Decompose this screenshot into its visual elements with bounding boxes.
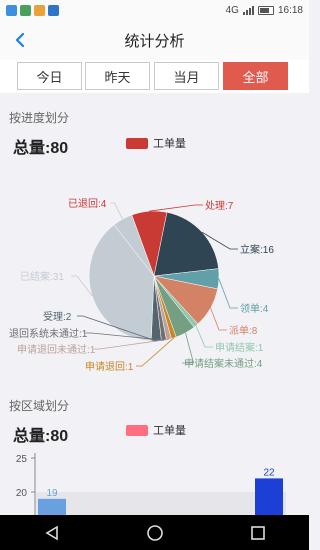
pie-label: 申请退回:1 [85,360,134,373]
triangle-back-icon [44,525,58,540]
tab-yesterday[interactable]: 昨天 [85,62,150,90]
legend-label: 工单量 [153,138,186,150]
app-header: 统计分析 [0,20,309,60]
bar[interactable] [255,478,283,515]
app-notification-icon [20,4,31,16]
app-notification-icon [48,4,59,16]
nav-recents-button[interactable] [238,518,278,548]
system-nav-bar [0,515,309,550]
back-button[interactable] [8,28,32,52]
bar-value-label: 19 [46,488,58,499]
tab-month[interactable]: 当月 [154,62,219,90]
pie-label: 申请退回未通过:1 [17,343,96,356]
pie-label: 已结案:31 [20,270,64,283]
pie-label: 申请结案未通过:4 [184,357,263,370]
tab-today[interactable]: 今日 [17,62,82,90]
app-notification-icon [6,4,17,16]
pie-label-line [149,204,203,212]
pie-label: 领单:4 [240,302,269,315]
square-recents-icon [250,525,265,540]
pie-label-line [210,307,227,331]
total-count-progress: 总量:80 [13,140,69,157]
bar-chart-svg: 25 20 19 22 [16,453,286,515]
legend-region[interactable]: 工单量 [126,422,186,438]
bar-chart: 25 20 19 22 [0,445,309,515]
section-title-progress: 按进度划分 [9,111,70,125]
pie-chart-svg: 处理:7 立案:16 领单:4 派单:8 申请结案:1 申请结案未通过:4 申请退回:1 申请… [9,198,274,373]
notification-icons [6,4,59,16]
signal-icon [242,5,254,15]
chevron-left-icon [15,32,25,48]
y-tick-label: 20 [16,488,28,499]
tab-all[interactable]: 全部 [223,62,288,90]
plot-band [36,492,286,515]
pie-label: 派单:8 [229,325,258,337]
app-notification-icon [34,4,45,16]
section-title-region: 按区域划分 [9,399,70,413]
pie-label: 已退回:4 [68,198,107,210]
circle-home-icon [146,524,163,541]
pie-label-line [136,337,175,367]
legend-label: 工单量 [153,425,186,437]
nav-home-button[interactable] [135,518,175,548]
period-tabs: 今日 昨天 当月 全部 [0,60,309,93]
network-type: 4G [225,4,239,16]
pie-label: 立案:16 [240,243,274,256]
total-count-region: 总量:80 [13,428,69,445]
legend-swatch [126,424,148,436]
y-tick-label: 25 [16,454,28,465]
bar[interactable] [38,498,66,515]
nav-back-button[interactable] [32,518,72,548]
pie-label-line [218,278,238,309]
pie-label: 申请结案:1 [215,341,264,354]
pie-label: 退回系统未通过:1 [9,327,88,340]
page-title: 统计分析 [124,32,185,50]
pie-label: 受理:2 [43,311,72,323]
clock: 16:18 [277,4,303,16]
battery-icon [257,5,274,15]
pie-label-line [93,338,169,350]
pie-chart: 处理:7 立案:16 领单:4 派单:8 申请结案:1 申请结案未通过:4 申请退回:1 申请… [0,160,309,390]
pie-label: 处理:7 [205,200,234,212]
pie-label-line [110,202,123,220]
legend-progress[interactable]: 工单量 [126,135,186,151]
bar-value-label: 22 [263,467,275,478]
status-bar: 4G 16:18 [0,0,309,20]
pie-label-line [195,325,213,348]
legend-swatch [126,137,148,149]
